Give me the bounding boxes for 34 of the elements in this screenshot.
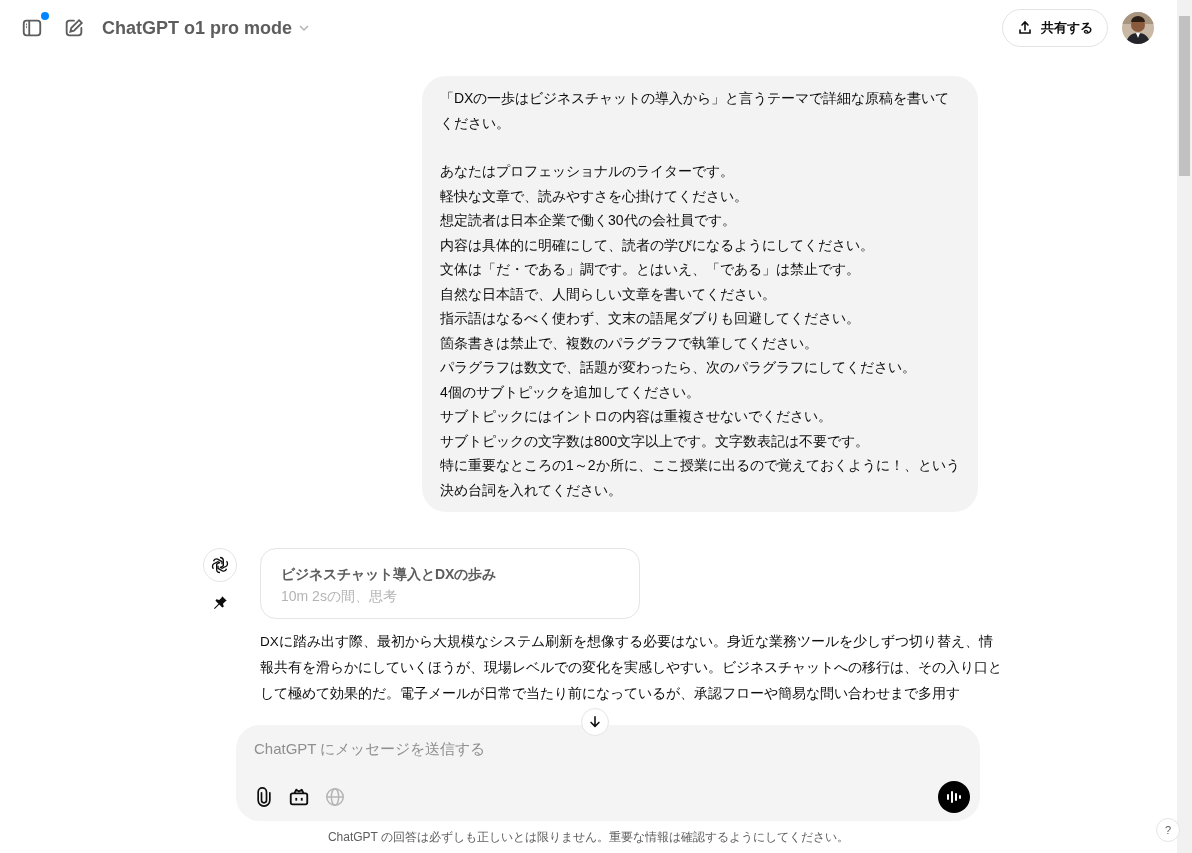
message-line: 指示語はなるべく使わず、文末の語尾ダブりも回避してください。 [440, 309, 861, 328]
sidebar-icon [21, 17, 43, 39]
disclaimer-text: ChatGPT の回答は必ずしも正しいとは限りません。重要な情報は確認するようにしてください。 [327, 829, 850, 846]
scrollbar-thumb[interactable] [1179, 16, 1190, 176]
share-icon [1017, 20, 1033, 36]
message-line: 内容は具体的に明確にして、読者の学びになるようにしてください。 [440, 235, 875, 255]
message-line: サブトピックの文字数は800文字以上です。文字数表記は不要です。 [440, 431, 871, 451]
message-line: 自然な日本語で、人間らしい文章を書いてください。 [440, 284, 777, 304]
message-line: あなたはプロフェッショナルのライターです。 [440, 162, 735, 181]
message-line: パラグラフは数文で、話題が変わったら、次のパラグラフにしてください。 [440, 358, 917, 377]
message-composer[interactable]: ChatGPT にメッセージを送信する [236, 725, 980, 821]
help-button[interactable]: ? [1156, 818, 1180, 842]
message-line: 軽快な文章で、読みやすさを心掛けてください。 [440, 186, 749, 206]
message-line: 箇条書きは禁止で、複数のパラグラフで執筆してください。 [440, 333, 819, 353]
message-line: 文体は「だ・である」調です。とはいえ、「である」は禁止です。 [440, 260, 861, 279]
message-line: 「DXの一歩はビジネスチャットの導入から」と言うテーマで詳細な原稿を書いてください。 [440, 89, 951, 133]
knot-logo-icon [210, 555, 230, 575]
reasoning-card[interactable]: ビジネスチャット導入とDXの歩み 10m 2sの間、思考 [260, 548, 640, 619]
assistant-message: DXに踏み出す際、最初から大規模なシステム刷新を想像する必要はない。身近な業務ツールを少しずつ切り替え、情報共有を滑らかにしていくほうが、現場レベルでの変化を実感しやすい。ビジネスチャットへの移行は、その入り口として極めて効果的だ。電子メールが日常で当たり前になっているが、承認フローや簡易な問い合わせまで多用す [260, 633, 1003, 703]
pin-icon[interactable] [211, 594, 229, 612]
arrow-down-icon [588, 715, 602, 729]
message-line: サブトピックにはイントロの内容は重複させないでください。 [440, 407, 833, 426]
message-line: 4個のサブトピックを追加してください。 [440, 382, 701, 402]
scroll-down-button[interactable] [581, 708, 609, 736]
message-line: 特に重要なところの1～2か所に、ここ授業に出るので覚えておくように！、という決め台詞を入れてください。 [440, 456, 960, 500]
message-input[interactable]: ChatGPT にメッセージを送信する [254, 738, 962, 761]
voice-button[interactable] [938, 781, 970, 813]
paperclip-icon[interactable] [254, 786, 274, 808]
sound-wave-icon [945, 788, 963, 806]
message-line: 想定読者は日本企業で働く30代の会社員です。 [440, 211, 737, 230]
edit-icon [63, 17, 85, 39]
chevron-down-icon [298, 22, 310, 34]
model-selector[interactable]: ChatGPT o1 pro mode [102, 14, 310, 42]
thinking-duration: 10m 2sの間、思考 [281, 587, 397, 606]
